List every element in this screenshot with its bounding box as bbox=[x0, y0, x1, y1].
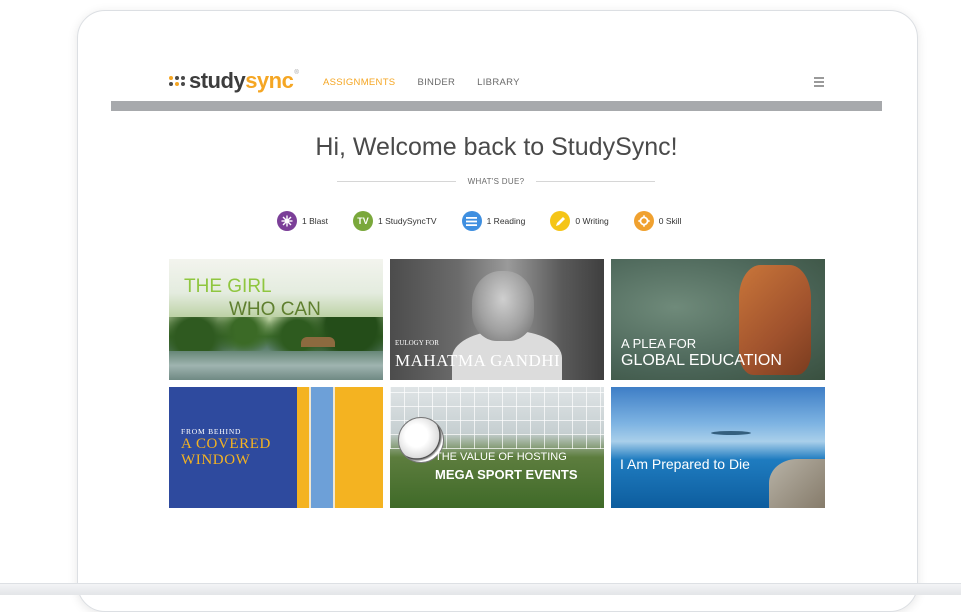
tile-eulogy-for-mahatma-gandhi[interactable]: EULOGY FOR MAHATMA GANDHI bbox=[390, 259, 604, 380]
tile-title-line2: GLOBAL EDUCATION bbox=[621, 352, 782, 369]
due-blast-label: 1 Blast bbox=[302, 216, 328, 226]
whats-due-label: WHAT'S DUE? bbox=[467, 177, 525, 186]
app-screen: studysync ® ASSIGNMENTS BINDER LIBRARY H… bbox=[111, 55, 882, 537]
tab-assignments[interactable]: ASSIGNMENTS bbox=[323, 77, 395, 88]
tile-title-line3: WINDOW bbox=[181, 452, 251, 468]
tab-binder[interactable]: BINDER bbox=[417, 77, 455, 88]
due-counts: 1 Blast TV 1 StudySyncTV 1 Reading 0 Wri… bbox=[277, 211, 706, 231]
due-tv-label: 1 StudySyncTV bbox=[378, 216, 437, 226]
laptop-base bbox=[0, 583, 961, 595]
assignment-grid: THE GIRL WHO CAN EULOGY FOR MAHATMA GAND… bbox=[169, 259, 825, 508]
tile-i-am-prepared-to-die[interactable]: I Am Prepared to Die bbox=[611, 387, 825, 508]
tile-a-plea-for-global-education[interactable]: A PLEA FOR GLOBAL EDUCATION bbox=[611, 259, 825, 380]
reading-icon bbox=[461, 211, 482, 231]
main-nav: ASSIGNMENTS BINDER LIBRARY bbox=[323, 77, 520, 88]
divider-line bbox=[536, 181, 655, 182]
due-studysynctv[interactable]: TV 1 StudySyncTV bbox=[353, 211, 437, 231]
tile-title-line1: A PLEA FOR bbox=[621, 336, 697, 351]
tile-title-line2: MAHATMA GANDHI bbox=[395, 351, 561, 370]
due-skill[interactable]: 0 Skill bbox=[633, 211, 682, 231]
due-reading[interactable]: 1 Reading bbox=[461, 211, 526, 231]
island-image bbox=[711, 431, 751, 435]
tile-title-line1: THE VALUE OF HOSTING bbox=[435, 451, 567, 463]
trees-image bbox=[169, 317, 383, 351]
pencil-icon bbox=[550, 211, 571, 231]
tile-title-line2: MEGA SPORT EVENTS bbox=[435, 467, 578, 482]
window-image bbox=[309, 387, 335, 508]
portrait-face-image bbox=[472, 271, 534, 341]
whats-due-divider: WHAT'S DUE? bbox=[337, 177, 655, 186]
tile-title-line1: EULOGY FOR bbox=[395, 339, 439, 347]
tab-library[interactable]: LIBRARY bbox=[477, 77, 520, 88]
tile-title-line1: I Am Prepared to Die bbox=[620, 456, 750, 472]
due-reading-label: 1 Reading bbox=[486, 216, 526, 226]
due-skill-label: 0 Skill bbox=[658, 216, 682, 226]
divider-line bbox=[337, 181, 456, 182]
tile-title-line2: A COVERED bbox=[181, 436, 271, 452]
logo-wordmark: studysync bbox=[189, 68, 294, 93]
tile-title-line1: THE GIRL bbox=[184, 276, 272, 297]
tile-title-line1: FROM BEHIND bbox=[181, 427, 242, 436]
tile-from-behind-a-covered-window[interactable]: FROM BEHIND A COVERED WINDOW bbox=[169, 387, 383, 508]
hamburger-menu-icon[interactable] bbox=[814, 77, 824, 87]
page-title: Hi, Welcome back to StudySync! bbox=[315, 133, 678, 161]
rocky-shore-image bbox=[769, 459, 825, 508]
tile-title-line2: WHO CAN bbox=[229, 299, 321, 320]
due-writing[interactable]: 0 Writing bbox=[550, 211, 609, 231]
logo-trademark: ® bbox=[294, 70, 299, 76]
due-blast[interactable]: 1 Blast bbox=[277, 211, 328, 231]
tile-the-girl-who-can[interactable]: THE GIRL WHO CAN bbox=[169, 259, 383, 380]
studysync-logo[interactable]: studysync ® bbox=[169, 70, 299, 92]
blast-icon bbox=[277, 211, 297, 231]
due-writing-label: 0 Writing bbox=[575, 216, 609, 226]
tv-icon: TV bbox=[353, 211, 373, 231]
gear-icon bbox=[633, 211, 654, 231]
header-divider-bar bbox=[111, 101, 882, 111]
hut-image bbox=[301, 337, 335, 347]
logo-dots-icon bbox=[169, 76, 185, 86]
tile-the-value-of-hosting-mega-sport-events[interactable]: THE VALUE OF HOSTING MEGA SPORT EVENTS bbox=[390, 387, 604, 508]
top-header: studysync ® ASSIGNMENTS BINDER LIBRARY bbox=[111, 55, 882, 100]
